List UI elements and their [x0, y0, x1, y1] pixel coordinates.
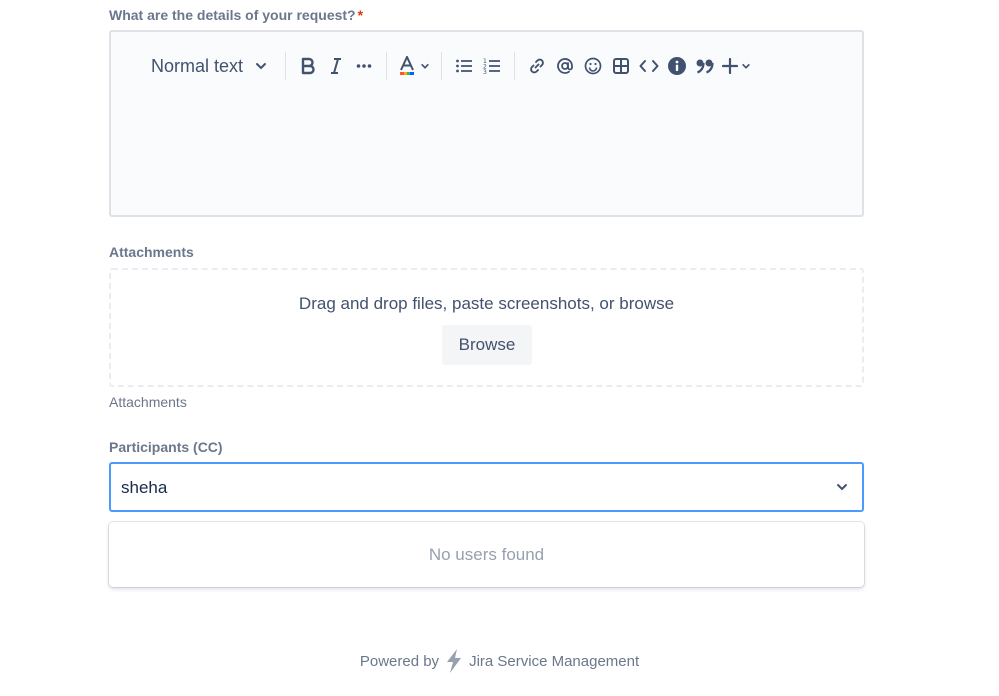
code-button[interactable]: [635, 51, 663, 81]
participants-dropdown-menu: No users found: [109, 522, 864, 587]
details-label-text: What are the details of your request?: [109, 7, 356, 23]
numbered-list-icon: 123: [483, 58, 501, 75]
text-color-icon: [400, 56, 415, 75]
details-label: What are the details of your request? *: [109, 7, 363, 23]
emoji-button[interactable]: [579, 51, 607, 81]
quote-icon: [696, 59, 714, 74]
table-button[interactable]: [607, 51, 635, 81]
info-panel-button[interactable]: [663, 51, 691, 81]
italic-icon: [331, 58, 342, 74]
participants-input[interactable]: [121, 476, 801, 500]
chevron-down-icon[interactable]: [836, 481, 848, 493]
code-icon: [639, 60, 659, 72]
text-style-dropdown[interactable]: Normal text: [141, 51, 277, 81]
toolbar-divider: [514, 52, 516, 80]
chevron-down-icon: [742, 63, 750, 69]
link-icon: [530, 58, 544, 74]
toolbar-divider: [441, 52, 443, 80]
footer: Powered by Jira Service Management: [0, 649, 999, 673]
dropzone-text: Drag and drop files, paste screenshots, …: [298, 294, 675, 313]
insert-button[interactable]: [719, 51, 754, 81]
participants-label: Participants (CC): [109, 439, 223, 455]
info-icon: [668, 57, 687, 75]
emoji-icon: [584, 57, 602, 75]
powered-by-text: Powered by: [359, 652, 440, 670]
more-icon: [356, 64, 372, 68]
no-users-message: No users found: [428, 545, 545, 564]
italic-button[interactable]: [322, 51, 350, 81]
bold-button[interactable]: [294, 51, 322, 81]
attachments-dropzone[interactable]: Drag and drop files, paste screenshots, …: [109, 268, 864, 387]
toolbar-divider: [386, 52, 388, 80]
table-icon: [613, 58, 630, 74]
required-asterisk: *: [357, 7, 364, 23]
bullet-list-button[interactable]: [450, 51, 478, 81]
jira-service-management-link[interactable]: Jira Service Management: [469, 653, 639, 670]
text-style-label: Normal text: [151, 55, 244, 76]
toolbar-divider: [285, 52, 287, 80]
bold-icon: [301, 57, 315, 75]
link-button[interactable]: [523, 51, 551, 81]
quote-button[interactable]: [691, 51, 719, 81]
text-color-button[interactable]: [395, 51, 433, 81]
chevron-down-icon: [421, 63, 429, 69]
bullet-list-icon: [456, 59, 473, 73]
details-editor[interactable]: Normal text 123: [109, 30, 864, 217]
attachments-label: Attachments: [109, 244, 194, 260]
numbered-list-button[interactable]: 123: [478, 51, 506, 81]
mention-button[interactable]: [551, 51, 579, 81]
browse-button[interactable]: Browse: [442, 325, 532, 365]
chevron-down-icon: [256, 63, 267, 70]
editor-toolbar: Normal text 123: [141, 50, 754, 82]
jira-bolt-icon: [447, 649, 462, 673]
svg-text:3: 3: [483, 69, 487, 75]
participants-select[interactable]: [109, 462, 864, 512]
mention-icon: [557, 58, 573, 74]
attachments-helper-text: Attachments: [109, 394, 187, 410]
plus-icon: [722, 58, 739, 74]
more-formatting-button[interactable]: [350, 51, 378, 81]
